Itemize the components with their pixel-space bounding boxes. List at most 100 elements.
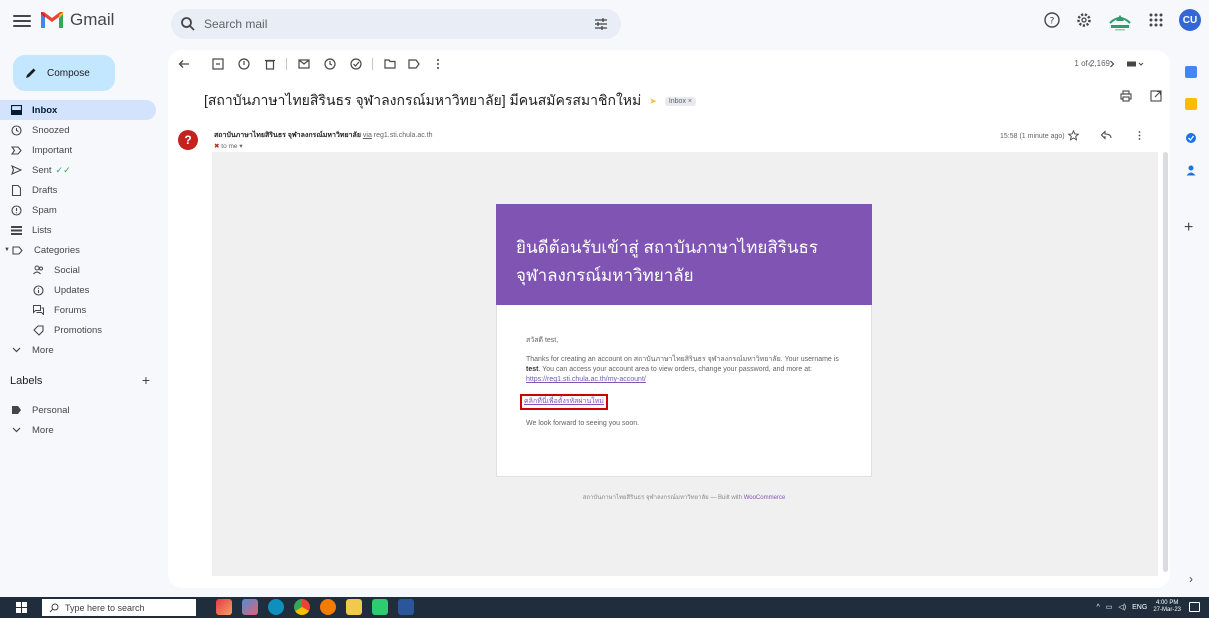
more-vert-icon[interactable] — [432, 58, 444, 70]
scroll-thumb[interactable] — [1163, 152, 1168, 572]
sidebar: Compose Inbox Snoozed Important Sent ✓✓ … — [0, 48, 168, 588]
app-icon-1[interactable] — [216, 599, 232, 615]
move-to-folder-icon[interactable] — [384, 58, 396, 70]
top-bar: Gmail ? CU — [0, 0, 1209, 48]
woocommerce-link[interactable]: WooCommerce — [744, 495, 786, 501]
recipient-dropdown[interactable]: ✖ to me ▾ — [214, 142, 243, 150]
windows-start-icon[interactable] — [16, 602, 27, 613]
chat-app-icon[interactable] — [372, 599, 388, 615]
info-icon — [32, 284, 44, 296]
sidebar-item-label: Sent — [32, 164, 52, 176]
organization-logo-icon[interactable] — [1107, 9, 1133, 31]
spam-icon — [10, 204, 22, 216]
scrollbar[interactable] — [1162, 152, 1169, 576]
snooze-clock-icon[interactable] — [324, 58, 336, 70]
keep-icon[interactable] — [1185, 98, 1197, 110]
important-marker-icon[interactable]: ➤ — [649, 96, 657, 107]
important-icon — [10, 144, 22, 156]
message-time: 15:58 (1 minute ago) — [1000, 133, 1065, 140]
star-icon[interactable] — [1068, 130, 1079, 141]
compose-button[interactable]: Compose — [13, 55, 115, 91]
sidebar-item-labels-more[interactable]: More — [0, 420, 156, 440]
app-icon-5[interactable] — [320, 599, 336, 615]
label-icon — [10, 404, 22, 416]
sidebar-item-updates[interactable]: Updates — [0, 280, 156, 300]
chrome-browser-icon[interactable] — [294, 599, 310, 615]
file-explorer-icon[interactable] — [346, 599, 362, 615]
email-card-content: สวัสดี test, Thanks for creating an acco… — [496, 305, 872, 477]
sidebar-item-snoozed[interactable]: Snoozed — [0, 120, 156, 140]
add-addon-icon[interactable]: + — [1184, 219, 1193, 237]
add-label-button[interactable]: + — [142, 373, 150, 387]
sidebar-item-promotions[interactable]: Promotions — [0, 320, 156, 340]
tray-chevron-up-icon[interactable]: ^ — [1097, 604, 1100, 611]
calendar-icon[interactable] — [1185, 66, 1197, 78]
reset-password-link[interactable]: คลิกที่นี่เพื่อตั้งรหัสผ่านใหม่ — [524, 398, 604, 405]
email-footer: สถาบันภาษาไทยสิรินธร จุฬาลงกรณ์มหาวิทยาล… — [496, 492, 872, 502]
sidebar-item-inbox[interactable]: Inbox — [0, 100, 156, 120]
app-icon-2[interactable] — [242, 599, 258, 615]
sidebar-item-sent[interactable]: Sent ✓✓ — [0, 160, 156, 180]
sidebar-item-forums[interactable]: Forums — [0, 300, 156, 320]
email-header-title: ยินดีต้อนรับเข้าสู่ สถาบันภาษาไทยสิรินธร… — [516, 238, 818, 285]
print-icon[interactable] — [1120, 90, 1132, 102]
settings-gear-icon[interactable] — [1075, 11, 1093, 29]
spam-marker-icon: ✖ — [214, 143, 220, 150]
label-as-icon[interactable] — [408, 58, 420, 70]
para-text: . You can access your account area to vi… — [538, 366, 812, 373]
search-options-icon[interactable] — [594, 17, 608, 31]
main-menu-icon[interactable] — [13, 12, 31, 30]
more-vert-icon[interactable] — [1134, 130, 1145, 141]
edge-browser-icon[interactable] — [268, 599, 284, 615]
reset-password-row: คลิกที่นี่เพื่อตั้งรหัสผ่านใหม่ — [520, 394, 851, 410]
word-app-icon[interactable] — [398, 599, 414, 615]
network-icon[interactable]: ▭ — [1106, 603, 1113, 611]
tasks-icon[interactable] — [1185, 132, 1197, 144]
via-link[interactable]: via — [363, 132, 372, 139]
labels-title: Labels — [10, 375, 43, 387]
account-avatar[interactable]: CU — [1179, 9, 1201, 31]
sidebar-item-social[interactable]: Social — [0, 260, 156, 280]
report-spam-icon[interactable] — [238, 58, 250, 70]
email-subject: [สถาบันภาษาไทยสิรินธร จุฬาลงกรณ์มหาวิทยา… — [204, 92, 642, 108]
email-body: ยินดีต้อนรับเข้าสู่ สถาบันภาษาไทยสิรินธร… — [212, 152, 1158, 576]
volume-icon[interactable]: ◁) — [1118, 603, 1126, 611]
search-icon[interactable] — [180, 16, 196, 32]
sidebar-item-label: Snoozed — [32, 124, 70, 136]
help-icon[interactable]: ? — [1043, 11, 1061, 29]
search-bar[interactable] — [171, 9, 621, 39]
language-indicator[interactable]: ENG — [1132, 604, 1147, 611]
inbox-label-chip[interactable]: Inbox × — [664, 96, 696, 106]
newer-chevron-left-icon[interactable] — [1084, 58, 1096, 70]
mark-unread-icon[interactable] — [298, 58, 310, 70]
expand-panel-icon[interactable]: › — [1189, 572, 1193, 586]
sidebar-item-lists[interactable]: Lists — [0, 220, 156, 240]
contacts-icon[interactable] — [1185, 164, 1197, 176]
sender-avatar[interactable]: ? — [178, 130, 198, 150]
sidebar-item-more[interactable]: More — [0, 340, 156, 360]
sidebar-item-label: Updates — [54, 284, 90, 296]
sidebar-item-spam[interactable]: Spam — [0, 200, 156, 220]
sidebar-item-categories[interactable]: ▼ Categories — [0, 240, 156, 260]
my-account-link[interactable]: https://reg1.sti.chula.ac.th/my-account/ — [526, 376, 646, 383]
notification-icon[interactable] — [1189, 602, 1200, 612]
caret-down-icon[interactable]: ▼ — [4, 247, 10, 253]
older-chevron-right-icon[interactable] — [1106, 58, 1118, 70]
sidebar-item-personal[interactable]: Personal — [0, 400, 156, 420]
reply-icon[interactable] — [1101, 130, 1112, 141]
open-in-new-window-icon[interactable] — [1150, 90, 1162, 102]
delete-trash-icon[interactable] — [264, 58, 276, 70]
archive-icon[interactable] — [212, 58, 224, 70]
add-task-icon[interactable] — [350, 58, 362, 70]
input-tools-keyboard-icon[interactable] — [1126, 58, 1144, 70]
sidebar-item-drafts[interactable]: Drafts — [0, 180, 156, 200]
sender-name[interactable]: สถาบันภาษาไทยสิรินธร จุฬาลงกรณ์มหาวิทยาล… — [214, 132, 361, 139]
gmail-logo[interactable]: Gmail — [40, 10, 114, 30]
sidebar-item-important[interactable]: Important — [0, 140, 156, 160]
back-arrow-icon[interactable] — [178, 58, 190, 70]
apps-grid-icon[interactable] — [1147, 11, 1165, 29]
taskbar-search[interactable]: Type here to search — [42, 599, 196, 616]
search-input[interactable] — [204, 15, 584, 33]
taskbar-clock[interactable]: 4:00 PM 27-Mar-23 — [1153, 600, 1181, 614]
highlight-box: คลิกที่นี่เพื่อตั้งรหัสผ่านใหม่ — [520, 394, 608, 410]
